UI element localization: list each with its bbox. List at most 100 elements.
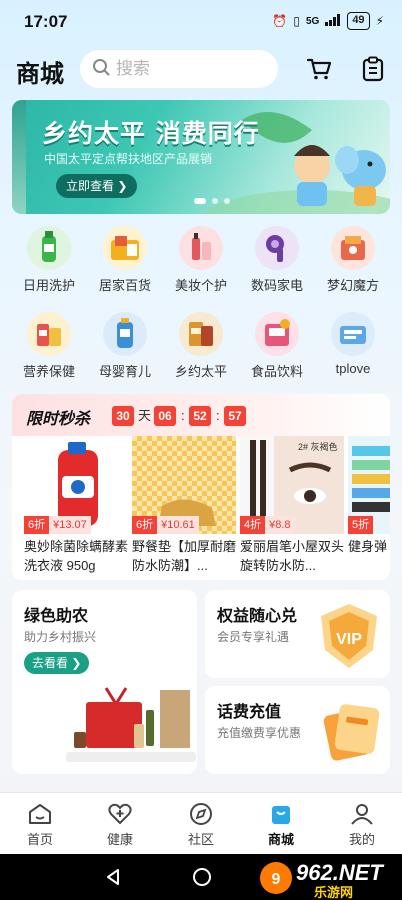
gift-box-illustration — [66, 687, 196, 762]
status-icons: ⏰ ▯ 5G 49 ⚡ — [272, 12, 384, 30]
countdown-days: 30 — [112, 406, 134, 426]
compass-icon — [171, 801, 231, 827]
category-electronics[interactable]: 数码家电 — [237, 226, 317, 294]
category-label: 居家百货 — [98, 278, 151, 293]
banner-title: 乡约太平 消费同行 — [42, 119, 260, 148]
flash-product[interactable]: 6折 ¥10.61 野餐垫【加厚耐磨防水防潮】... — [132, 436, 236, 576]
category-label: 日用洗护 — [22, 278, 75, 293]
home-goods-icon — [103, 226, 147, 270]
svg-text:9: 9 — [272, 871, 281, 888]
category-label: 数码家电 — [250, 278, 303, 293]
rights-exchange-card[interactable]: 权益随心兑 会员专享礼遇 VIP — [205, 590, 390, 678]
topup-coupon-icon — [323, 704, 380, 761]
tab-mall[interactable]: 商城 — [251, 801, 311, 848]
discount-rate: 5折 — [348, 516, 374, 534]
status-time: 17:07 — [24, 12, 68, 31]
category-home-goods[interactable]: 居家百货 — [85, 226, 165, 294]
snack-icon — [255, 312, 299, 356]
tab-health[interactable]: 健康 — [90, 801, 150, 848]
tplove-icon — [331, 312, 375, 356]
sale-price: ¥10.61 — [157, 516, 199, 534]
signal-icon — [325, 13, 341, 29]
category-label: tplove — [335, 361, 371, 376]
banner-view-button[interactable]: 立即查看 ❯ — [56, 174, 138, 198]
category-daily-care[interactable]: 日用洗护 — [9, 226, 89, 294]
product-image: 6折 ¥10.61 — [132, 436, 236, 534]
tab-me[interactable]: 我的 — [332, 801, 392, 848]
discount-tag: 5折 — [348, 516, 374, 534]
tab-community[interactable]: 社区 — [171, 801, 231, 848]
category-label: 梦幻魔方 — [326, 278, 379, 293]
category-xiangyue[interactable]: 乡约太平 — [161, 312, 241, 380]
category-health[interactable]: 营养保健 — [9, 312, 89, 380]
countdown-day-unit: 天 — [138, 408, 152, 423]
discount-tag: 4折 ¥8.8 — [240, 516, 295, 534]
alarm-icon: ⏰ — [272, 14, 288, 28]
category-label: 美妆个护 — [174, 278, 227, 293]
cart-icon[interactable] — [304, 54, 334, 84]
tab-label: 首页 — [26, 832, 53, 847]
watermark-logo: 9 — [260, 862, 292, 894]
charging-icon: ⚡ — [375, 14, 384, 28]
vip-badge-text: VIP — [336, 631, 362, 648]
sale-price: ¥13.07 — [49, 516, 91, 534]
network-label: 5G — [305, 15, 320, 27]
hair-dryer-icon — [255, 226, 299, 270]
nav-home-icon[interactable] — [192, 867, 212, 887]
tab-home[interactable]: 首页 — [10, 801, 70, 848]
banner-subtitle: 中国太平定点帮扶地区产品展销 — [44, 152, 213, 166]
category-magic-cube[interactable]: 梦幻魔方 — [313, 226, 393, 294]
flash-product[interactable]: 2# 灰褐色 4折 ¥8.8 爱丽眉笔小屋双头旋转防水防... — [240, 436, 344, 576]
product-image: 6折 ¥13.07 — [24, 436, 128, 534]
flash-product[interactable]: 6折 ¥13.07 奥妙除菌除螨酵素洗衣液 950g — [24, 436, 128, 576]
card-subtitle: 会员专享礼遇 — [217, 630, 290, 644]
nav-back-icon[interactable] — [104, 868, 122, 886]
product-name: 奥妙除菌除螨酵素洗衣液 950g — [24, 539, 128, 573]
go-see-button[interactable]: 去看看 ❯ — [24, 652, 90, 674]
carousel-indicator — [194, 198, 230, 204]
category-label: 乡约太平 — [174, 364, 227, 379]
battery-indicator: 49 — [347, 12, 370, 30]
vip-badge-icon: VIP — [321, 604, 377, 668]
flash-sale-title: 限时秒杀 — [26, 411, 91, 428]
discount-tag: 6折 ¥10.61 — [132, 516, 199, 534]
detergent-icon — [27, 226, 71, 270]
product-name: 野餐垫【加厚耐磨防水防潮】... — [132, 539, 236, 573]
status-bar: 17:07 ⏰ ▯ 5G 49 ⚡ — [0, 0, 402, 44]
sale-price: ¥8.8 — [265, 516, 295, 534]
countdown-separator: : — [181, 408, 185, 423]
toy-box-icon — [331, 226, 375, 270]
card-title: 权益随心兑 — [217, 608, 298, 625]
countdown-hours: 06 — [154, 406, 176, 426]
orders-icon[interactable] — [358, 54, 388, 84]
user-icon — [332, 801, 392, 827]
category-label: 食品饮料 — [250, 364, 303, 379]
category-food-drink[interactable]: 食品饮料 — [237, 312, 317, 380]
flash-product[interactable]: 5折 健身弹 — [348, 436, 390, 576]
category-baby[interactable]: 母婴育儿 — [85, 312, 165, 380]
site-watermark: 9 962.NET 乐游网 — [258, 858, 398, 900]
promo-banner[interactable]: 乡约太平 消费同行 中国太平定点帮扶地区产品展销 立即查看 ❯ — [12, 100, 390, 214]
local-produce-icon — [179, 312, 223, 356]
baby-product-icon — [103, 312, 147, 356]
green-agri-card[interactable]: 绿色助农 助力乡村振兴 去看看 ❯ — [12, 590, 197, 774]
carousel-dot — [212, 198, 218, 204]
carousel-dot — [194, 198, 206, 204]
heart-plus-icon — [90, 801, 150, 827]
carousel-dot — [224, 198, 230, 204]
search-input[interactable] — [116, 59, 266, 79]
search-bar[interactable] — [80, 50, 278, 88]
banner-button-label: 立即查看 — [66, 179, 115, 193]
category-tplove[interactable]: tplove — [313, 312, 393, 376]
vibrate-icon: ▯ — [293, 14, 300, 28]
product-color-label: 2# 灰褐色 — [298, 442, 338, 452]
cosmetics-icon — [179, 226, 223, 270]
home-icon — [10, 801, 70, 827]
countdown-minutes: 52 — [189, 406, 211, 426]
phone-topup-card[interactable]: 话费充值 充值缴费享优惠 — [205, 686, 390, 774]
tab-label: 商城 — [267, 832, 294, 847]
header: 商城 — [0, 44, 402, 94]
category-beauty[interactable]: 美妆个护 — [161, 226, 241, 294]
discount-rate: 6折 — [132, 516, 158, 534]
tab-label: 社区 — [187, 832, 214, 847]
